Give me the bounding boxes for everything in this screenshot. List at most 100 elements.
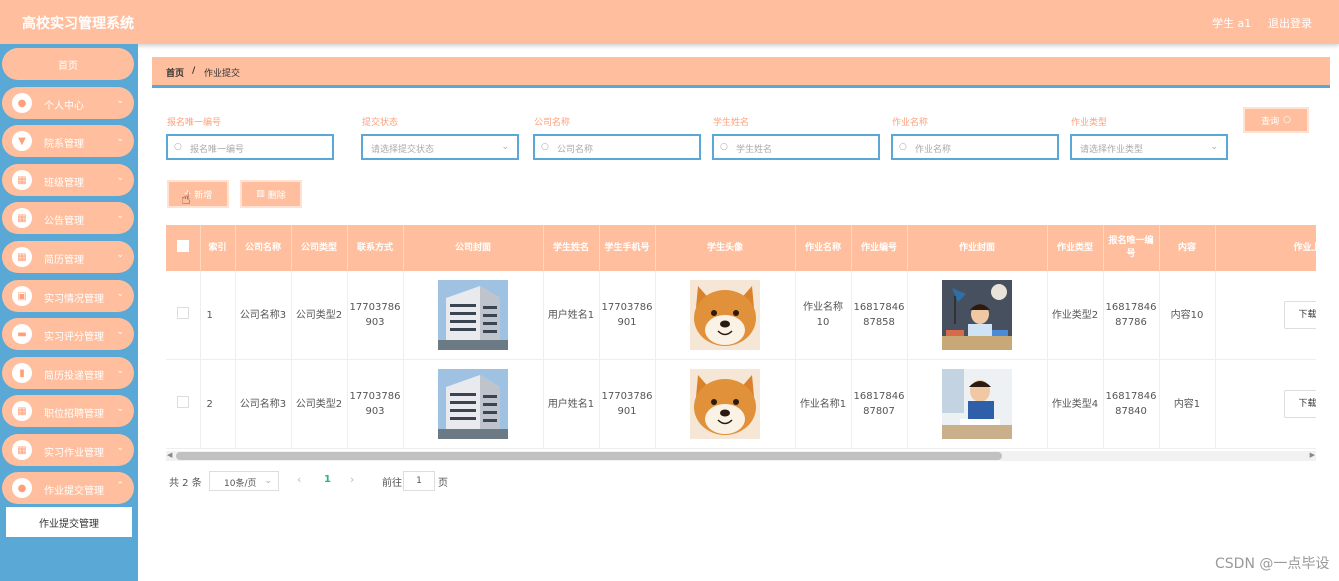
student-name-input[interactable]: ○ 学生姓名 [712, 134, 880, 160]
chevron-down-icon: ⌄ [116, 211, 124, 221]
next-page-icon[interactable]: › [350, 473, 354, 486]
company-building-image[interactable] [438, 369, 508, 439]
homework-type-select[interactable]: 请选择作业类型 ⌄ [1070, 134, 1228, 160]
scrollbar-thumb[interactable] [176, 452, 1002, 460]
sidebar: 首页 ● 个人中心 ⌄ ▼ 院系管理 ⌄ ▦ 班级管理 ⌄ ▦ 公告管理 ⌄ ▦… [0, 44, 138, 581]
download-button[interactable]: 下载 [1283, 390, 1316, 418]
person-icon: ● [12, 478, 32, 498]
study-lamp-image[interactable] [942, 280, 1012, 350]
col-homework-name[interactable]: 作业名称 [795, 225, 852, 271]
chevron-down-icon: ⌄ [116, 173, 124, 183]
col-student-avatar[interactable]: 学生头像 [655, 225, 796, 271]
sidebar-item-homework[interactable]: ▦ 实习作业管理 ⌄ [2, 434, 134, 466]
page-size-value: 10条/页 [224, 479, 257, 489]
row-checkbox[interactable] [166, 271, 201, 360]
col-index[interactable]: 索引 [200, 225, 236, 271]
search-icon: ○ [174, 142, 182, 152]
trash-icon: ▥ [256, 189, 265, 199]
label-student-name: 学生姓名 [713, 118, 750, 128]
prev-page-icon[interactable]: ‹ [297, 473, 301, 486]
col-content[interactable]: 内容 [1159, 225, 1216, 271]
sidebar-item-label: 班级管理 [44, 178, 84, 189]
registration-no-placeholder: 报名唯一编号 [190, 145, 245, 155]
table-row: 1 公司名称3 公司类型2 17703786903 用户姓名1 17703786… [166, 271, 1316, 360]
delete-button[interactable]: ▥ 删除 [240, 180, 302, 208]
search-icon: ○ [541, 142, 549, 152]
download-button[interactable]: 下载 [1283, 301, 1316, 329]
sidebar-item-resume[interactable]: ▦ 简历管理 ⌄ [2, 241, 134, 273]
sidebar-item-personal-center[interactable]: ● 个人中心 ⌄ [2, 87, 134, 119]
chevron-down-icon: ⌄ [116, 134, 124, 144]
scroll-right-icon[interactable]: ▶ [1310, 451, 1315, 459]
horizontal-scrollbar[interactable]: ◀ ▶ [166, 451, 1316, 461]
scroll-left-icon[interactable]: ◀ [167, 451, 172, 459]
select-all-checkbox[interactable] [166, 225, 201, 271]
label-submit-status: 提交状态 [362, 118, 399, 128]
sidebar-item-label: 个人中心 [44, 101, 84, 112]
homework-name-input[interactable]: ○ 作业名称 [891, 134, 1059, 160]
add-button[interactable]: + 新增 [167, 180, 229, 208]
col-company-name[interactable]: 公司名称 [235, 225, 292, 271]
company-building-image[interactable] [438, 280, 508, 350]
row-checkbox[interactable] [166, 359, 201, 449]
cell-registration-no: 1681784687840 [1103, 359, 1160, 449]
sidebar-item-label: 公告管理 [44, 216, 84, 227]
col-homework-type[interactable]: 作业类型 [1047, 225, 1104, 271]
sidebar-item-job-recruit[interactable]: ▦ 职位招聘管理 ⌄ [2, 395, 134, 427]
chevron-down-icon: ⌄ [116, 404, 124, 414]
submit-status-select[interactable]: 请选择提交状态 ⌄ [361, 134, 519, 160]
study-kid-image[interactable] [942, 369, 1012, 439]
sidebar-item-internship-score[interactable]: ▬ 实习评分管理 ⌄ [2, 318, 134, 350]
chevron-down-icon: ⌄ [1210, 142, 1218, 152]
cell-contact: 17703786903 [347, 271, 404, 360]
col-student-phone[interactable]: 学生手机号 [599, 225, 656, 271]
label-company-name: 公司名称 [534, 118, 571, 128]
cell-company-name: 公司名称3 [235, 359, 292, 449]
col-homework-cover[interactable]: 作业封面 [907, 225, 1048, 271]
breadcrumb-home[interactable]: 首页 [166, 66, 184, 79]
cell-company-cover [403, 359, 544, 449]
col-contact[interactable]: 联系方式 [347, 225, 404, 271]
cell-content: 内容10 [1159, 271, 1216, 360]
cell-student-avatar [655, 271, 796, 360]
chevron-down-icon: ⌄ [264, 476, 272, 486]
label-homework-type: 作业类型 [1071, 118, 1108, 128]
sidebar-item-resume-delivery[interactable]: ▮ 简历投递管理 ⌄ [2, 357, 134, 389]
shiba-dog-avatar-image[interactable] [690, 369, 760, 439]
query-button[interactable]: 查询 ○ [1243, 107, 1309, 133]
col-company-type[interactable]: 公司类型 [291, 225, 348, 271]
col-registration-no[interactable]: 报名唯一编号 [1103, 225, 1160, 271]
sidebar-item-notice[interactable]: ▦ 公告管理 ⌄ [2, 202, 134, 234]
logout-link[interactable]: 退出登录 [1268, 15, 1312, 31]
cell-homework-name: 作业名称10 [795, 271, 852, 360]
shiba-dog-avatar-image[interactable] [690, 280, 760, 350]
breadcrumb: 首页 / 作业提交 [152, 57, 1330, 85]
cell-homework-no: 1681784687858 [851, 271, 908, 360]
sidebar-item-department[interactable]: ▼ 院系管理 ⌄ [2, 125, 134, 157]
table-row: 2 公司名称3 公司类型2 17703786903 用户姓名1 17703786… [166, 359, 1316, 449]
current-user: 学生 a1 [1212, 17, 1252, 30]
col-homework-no[interactable]: 作业编号 [851, 225, 908, 271]
sidebar-subitem-homework-submit-manage[interactable]: 作业提交管理 [6, 507, 132, 537]
sidebar-item-class[interactable]: ▦ 班级管理 ⌄ [2, 164, 134, 196]
page-number-current[interactable]: 1 [324, 474, 331, 485]
goto-label: 前往 [382, 478, 402, 489]
col-company-cover[interactable]: 公司封面 [403, 225, 544, 271]
homework-name-placeholder: 作业名称 [915, 145, 952, 155]
col-student-name[interactable]: 学生姓名 [543, 225, 600, 271]
sidebar-item-home[interactable]: 首页 [2, 48, 134, 80]
cell-homework-type: 作业类型2 [1047, 271, 1104, 360]
cell-registration-no: 1681784687786 [1103, 271, 1160, 360]
add-button-label: 新增 [194, 190, 213, 201]
sidebar-item-label: 作业提交管理 [44, 486, 104, 497]
sidebar-item-internship-status[interactable]: ▣ 实习情况管理 ⌄ [2, 280, 134, 312]
sidebar-item-homework-submit[interactable]: ● 作业提交管理 ⌃ [2, 472, 134, 504]
sidebar-item-label: 实习评分管理 [44, 332, 104, 343]
cell-company-name: 公司名称3 [235, 271, 292, 360]
goto-page-input[interactable]: 1 [403, 471, 435, 491]
page-size-select[interactable]: 10条/页 ⌄ [209, 471, 279, 491]
col-homework-upload[interactable]: 作业上传 [1215, 225, 1316, 271]
registration-no-input[interactable]: ○ 报名唯一编号 [166, 134, 334, 160]
company-name-input[interactable]: ○ 公司名称 [533, 134, 701, 160]
submit-status-placeholder: 请选择提交状态 [371, 145, 435, 155]
